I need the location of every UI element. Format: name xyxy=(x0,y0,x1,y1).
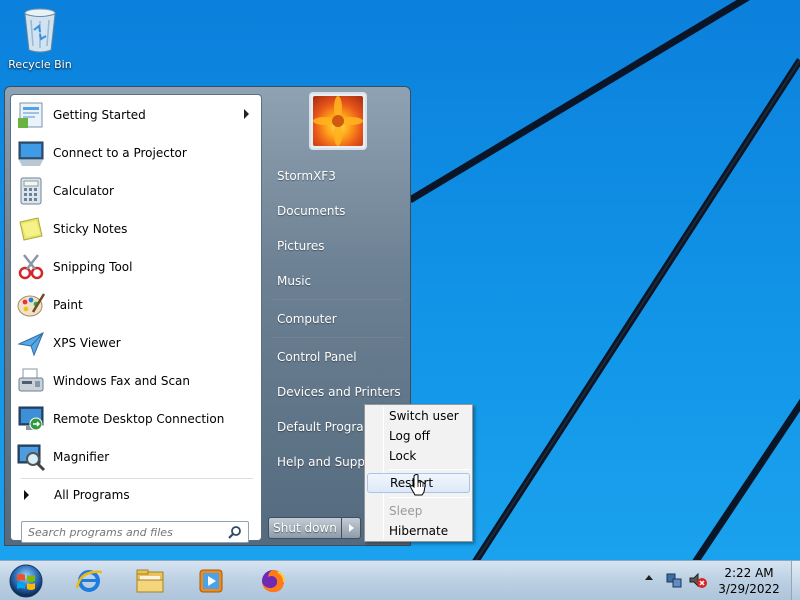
internet-explorer-icon xyxy=(75,570,103,592)
calculator-icon xyxy=(15,175,47,207)
program-label: Calculator xyxy=(53,184,114,198)
network-icon xyxy=(666,573,682,588)
taskbar-internet-explorer[interactable] xyxy=(72,564,106,598)
search-icon[interactable] xyxy=(228,525,242,542)
menu-separator xyxy=(389,469,470,470)
program-magnifier[interactable]: Magnifier xyxy=(11,439,261,475)
menu-item-sleep[interactable]: Sleep xyxy=(367,501,470,521)
start-item-control-panel[interactable]: Control Panel xyxy=(269,343,404,371)
flower-picture xyxy=(313,96,363,146)
search-box[interactable] xyxy=(21,521,249,543)
menu-item-log-off[interactable]: Log off xyxy=(367,426,470,446)
program-label: Paint xyxy=(53,298,83,312)
recycle-bin-icon xyxy=(20,6,60,54)
program-sticky-notes[interactable]: Sticky Notes xyxy=(11,211,261,247)
start-item-devices-printers[interactable]: Devices and Printers xyxy=(269,378,404,406)
program-xps-viewer[interactable]: XPS Viewer xyxy=(11,325,261,361)
program-fax-and-scan[interactable]: Windows Fax and Scan xyxy=(11,363,261,399)
menu-item-switch-user[interactable]: Switch user xyxy=(367,406,470,426)
program-label: Windows Fax and Scan xyxy=(53,374,191,388)
program-label: Connect to a Projector xyxy=(53,146,187,160)
taskbar-firefox[interactable] xyxy=(256,564,290,598)
shutdown-button[interactable]: Shut down xyxy=(268,517,342,539)
program-label: XPS Viewer xyxy=(53,336,121,350)
magnifier-icon xyxy=(15,441,47,473)
projector-icon xyxy=(15,137,47,169)
taskbar-file-explorer[interactable] xyxy=(133,564,167,598)
paint-palette-icon xyxy=(15,289,47,321)
program-calculator[interactable]: Calculator xyxy=(11,173,261,209)
menu-separator xyxy=(389,497,470,498)
start-item-documents[interactable]: Documents xyxy=(269,197,404,225)
all-programs-label: All Programs xyxy=(54,488,130,502)
program-getting-started[interactable]: Getting Started xyxy=(11,97,261,133)
menu-item-lock[interactable]: Lock xyxy=(367,446,470,466)
all-programs-button[interactable]: All Programs xyxy=(11,483,261,507)
program-remote-desktop[interactable]: Remote Desktop Connection xyxy=(11,401,261,437)
shutdown-options-button[interactable] xyxy=(342,517,361,539)
show-desktop-button[interactable] xyxy=(791,561,800,600)
volume-muted-icon xyxy=(689,572,707,588)
search-input[interactable] xyxy=(28,525,228,539)
start-button[interactable] xyxy=(6,563,46,599)
program-label: Remote Desktop Connection xyxy=(53,412,225,426)
menu-item-hibernate[interactable]: Hibernate xyxy=(367,521,470,541)
file-explorer-icon xyxy=(136,569,164,593)
firefox-icon xyxy=(262,570,285,593)
right-pane-separator xyxy=(271,299,403,300)
right-pane-separator xyxy=(271,337,403,338)
xps-viewer-icon xyxy=(15,327,47,359)
system-clock[interactable]: 2:22 AM 3/29/2022 xyxy=(712,565,786,597)
tray-network[interactable] xyxy=(664,569,684,591)
clock-date: 3/29/2022 xyxy=(718,582,780,596)
chevron-right-icon xyxy=(349,524,354,532)
taskbar-media-player[interactable] xyxy=(194,564,228,598)
start-item-pictures[interactable]: Pictures xyxy=(269,232,404,260)
start-menu: Getting Started Connect to a Projector C… xyxy=(4,86,411,546)
remote-desktop-icon xyxy=(15,403,47,435)
expand-arrow-icon xyxy=(24,490,29,500)
submenu-arrow-icon xyxy=(244,109,249,119)
tray-volume[interactable] xyxy=(688,569,708,591)
windows-logo-icon xyxy=(9,564,43,598)
start-item-computer[interactable]: Computer xyxy=(269,305,404,333)
sticky-notes-icon xyxy=(15,213,47,245)
program-paint[interactable]: Paint xyxy=(11,287,261,323)
power-options-menu: Switch user Log off Lock Restart Sleep H… xyxy=(364,404,473,542)
program-label: Snipping Tool xyxy=(53,260,133,274)
getting-started-icon xyxy=(15,99,47,131)
media-player-icon xyxy=(199,569,223,593)
user-avatar[interactable] xyxy=(309,92,367,150)
desktop-icon-label: Recycle Bin xyxy=(8,58,72,71)
program-connect-projector[interactable]: Connect to a Projector xyxy=(11,135,261,171)
all-programs-separator xyxy=(21,478,253,479)
fax-icon xyxy=(15,365,47,397)
start-menu-programs-pane: Getting Started Connect to a Projector C… xyxy=(10,94,262,543)
clock-time: 2:22 AM xyxy=(724,566,774,580)
start-item-music[interactable]: Music xyxy=(269,267,404,295)
taskbar: 2:22 AM 3/29/2022 xyxy=(0,560,800,600)
hand-pointer-cursor-icon xyxy=(410,474,426,499)
program-label: Magnifier xyxy=(53,450,110,464)
scissors-icon xyxy=(15,251,47,283)
program-snipping-tool[interactable]: Snipping Tool xyxy=(11,249,261,285)
program-label: Sticky Notes xyxy=(53,222,128,236)
start-item-user[interactable]: StormXF3 xyxy=(269,162,404,190)
desktop-icon-recycle-bin[interactable]: Recycle Bin xyxy=(6,6,74,71)
show-hidden-icons-icon[interactable] xyxy=(645,575,653,580)
program-label: Getting Started xyxy=(53,108,146,122)
